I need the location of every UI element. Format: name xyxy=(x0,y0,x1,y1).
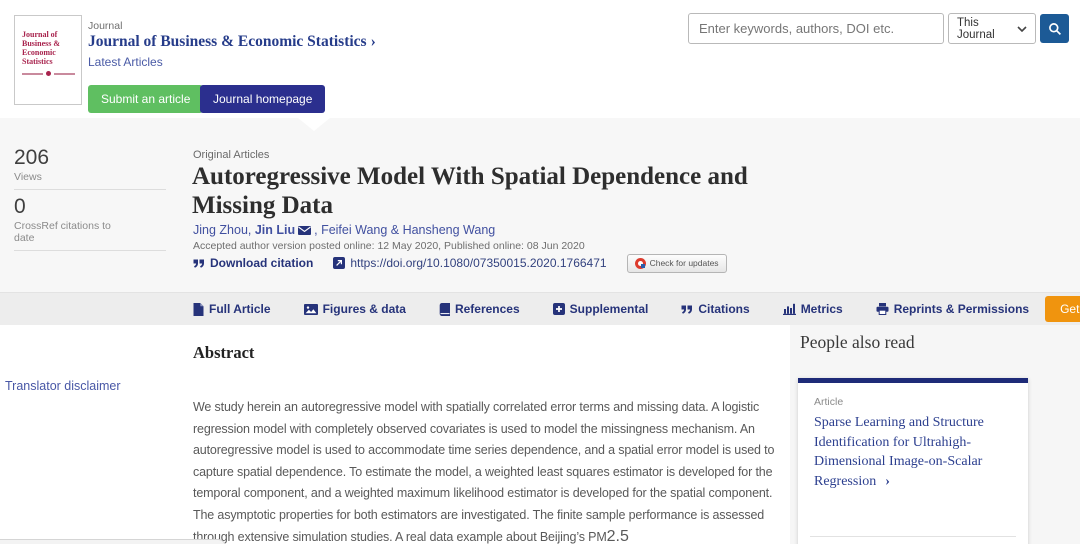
bar-chart-icon xyxy=(783,303,796,315)
search-scope-value: This Journal xyxy=(957,17,1017,41)
quote-icon xyxy=(681,305,693,314)
citation-actions-row: Download citation https://doi.org/10.108… xyxy=(193,253,727,273)
image-icon xyxy=(304,304,318,315)
tab-label: Supplemental xyxy=(570,302,649,316)
cutoff-banner-edge xyxy=(0,539,226,544)
header-pointer xyxy=(298,118,330,131)
tab-references[interactable]: References xyxy=(439,302,520,316)
divider xyxy=(14,250,166,251)
cover-decoration xyxy=(22,71,75,76)
author-link[interactable]: Jing Zhou, xyxy=(193,223,255,237)
external-link-icon xyxy=(333,257,345,269)
views-label: Views xyxy=(14,171,126,183)
book-icon xyxy=(439,303,450,316)
doi-link[interactable]: https://doi.org/10.1080/07350015.2020.17… xyxy=(333,256,606,270)
tab-citations[interactable]: Citations xyxy=(681,302,749,316)
tab-label: Reprints & Permissions xyxy=(894,302,1029,316)
submit-article-button[interactable]: Submit an article xyxy=(88,85,203,113)
tab-label: Full Article xyxy=(209,302,271,316)
search-input[interactable] xyxy=(688,13,944,44)
tab-reprints-permissions[interactable]: Reprints & Permissions xyxy=(876,302,1029,316)
quote-icon xyxy=(193,259,205,268)
pm-subscript: 2.5 xyxy=(607,528,629,544)
search-button[interactable] xyxy=(1040,14,1069,43)
views-count: 206 xyxy=(14,146,166,170)
tab-metrics[interactable]: Metrics xyxy=(783,302,843,316)
abstract-text: We study herein an autoregressive model … xyxy=(193,397,793,544)
journal-cover-title: Journal of Business & Economic Statistic… xyxy=(22,30,75,66)
article-title: Autoregressive Model With Spatial Depend… xyxy=(192,162,767,220)
chevron-right-icon: › xyxy=(885,474,890,489)
tab-label: Citations xyxy=(698,302,749,316)
check-for-updates-label: Check for updates xyxy=(650,258,719,268)
latest-articles-link[interactable]: Latest Articles xyxy=(88,55,163,69)
journal-homepage-button[interactable]: Journal homepage xyxy=(200,85,325,113)
author-list: Jing Zhou, Jin Liu , Feifei Wang & Hanshe… xyxy=(193,223,495,238)
site-header: Journal of Business & Economic Statistic… xyxy=(0,0,1080,118)
download-citation-link[interactable]: Download citation xyxy=(193,256,313,270)
publication-history: Accepted author version posted online: 1… xyxy=(193,240,585,252)
tab-supplemental[interactable]: Supplemental xyxy=(553,302,649,316)
journal-eyebrow-label: Journal xyxy=(88,20,122,32)
crossref-count: 0 xyxy=(14,195,166,219)
tab-label: Figures & data xyxy=(323,302,406,316)
printer-icon xyxy=(876,303,889,315)
people-also-read-heading: People also read xyxy=(800,332,915,353)
journal-article-page: Journal of Business & Economic Statistic… xyxy=(0,0,1080,544)
tab-label: References xyxy=(455,302,520,316)
corresponding-author-link[interactable]: Jin Liu xyxy=(255,223,295,237)
recommended-article-title: Sparse Learning and Structure Identifica… xyxy=(814,415,984,489)
journal-cover-thumbnail[interactable]: Journal of Business & Economic Statistic… xyxy=(14,15,82,105)
author-link[interactable]: , Feifei Wang & Hansheng Wang xyxy=(314,223,495,237)
tab-label: Metrics xyxy=(801,302,843,316)
search-icon xyxy=(1048,22,1062,36)
plus-square-icon xyxy=(553,303,565,315)
recommended-article-card[interactable]: Article Sparse Learning and Structure Id… xyxy=(798,378,1028,544)
abstract-body: We study herein an autoregressive model … xyxy=(193,400,774,544)
download-citation-label: Download citation xyxy=(210,256,313,270)
journal-title-link[interactable]: Journal of Business & Economic Statistic… xyxy=(88,33,376,51)
divider xyxy=(14,189,166,190)
document-icon xyxy=(193,303,204,316)
journal-title-text: Journal of Business & Economic Statistic… xyxy=(88,33,367,50)
tab-full-article[interactable]: Full Article xyxy=(193,302,271,316)
divider xyxy=(810,536,1016,537)
tab-figures-data[interactable]: Figures & data xyxy=(304,302,406,316)
email-envelope-icon[interactable] xyxy=(298,224,311,238)
search-scope-dropdown[interactable]: This Journal xyxy=(948,13,1036,44)
chevron-right-icon: › xyxy=(371,33,376,50)
article-metrics-panel: 206 Views 0 CrossRef citations to date xyxy=(14,146,166,256)
recommended-article-category: Article xyxy=(814,396,1012,408)
get-access-button[interactable]: Get access xyxy=(1045,296,1080,322)
crossref-label: CrossRef citations to date xyxy=(14,220,126,244)
abstract-heading: Abstract xyxy=(193,343,254,363)
recommended-article-link[interactable]: Sparse Learning and Structure Identifica… xyxy=(814,413,1012,491)
translator-disclaimer-link[interactable]: Translator disclaimer xyxy=(5,379,121,393)
crossmark-icon xyxy=(635,258,646,269)
doi-url: https://doi.org/10.1080/07350015.2020.17… xyxy=(350,256,606,270)
check-for-updates-button[interactable]: Check for updates xyxy=(627,254,727,273)
tab-list: Full Article Figures & data References S… xyxy=(193,302,1029,316)
chevron-down-icon xyxy=(1017,26,1027,32)
article-tab-bar: Full Article Figures & data References S… xyxy=(0,292,1080,325)
article-category: Original Articles xyxy=(193,149,269,161)
